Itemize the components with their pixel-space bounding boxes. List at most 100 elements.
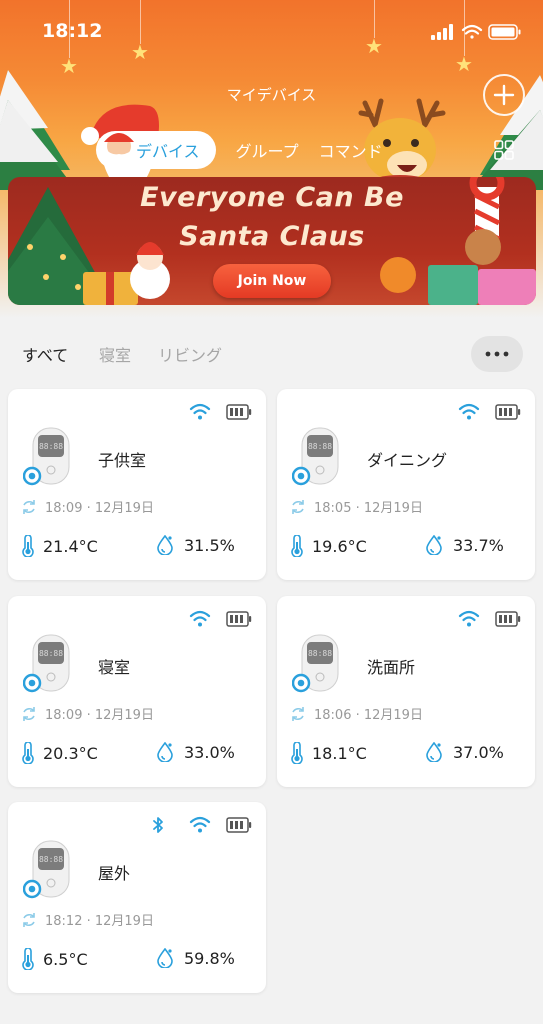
sync-icon xyxy=(292,706,304,721)
battery-icon xyxy=(226,817,252,833)
battery-icon xyxy=(226,404,252,420)
thermometer-icon xyxy=(22,535,34,557)
device-card-4[interactable]: 88:88 洗面所 18:06 · 12月19日 18.1°C 37.0% xyxy=(277,596,535,787)
battery-icon xyxy=(488,24,521,40)
last-sync-row: 18:05 · 12月19日 xyxy=(290,497,423,516)
humidity-row: 59.8% xyxy=(156,948,235,968)
humidity-value: 33.7% xyxy=(453,535,504,555)
humidity-row: 33.0% xyxy=(156,742,235,762)
last-sync-row: 18:06 · 12月19日 xyxy=(290,704,423,723)
hygrometer-device-image: 88:88 xyxy=(23,840,70,899)
promo-banner[interactable]: Everyone Can Be Santa Claus Join Now xyxy=(8,177,536,305)
last-sync-time: 18:09 · 12月19日 xyxy=(45,708,154,723)
svg-text:88:88: 88:88 xyxy=(308,649,332,658)
tab-devices-label: デバイス xyxy=(136,142,200,161)
humidity-row: 31.5% xyxy=(156,535,235,555)
last-sync-time: 18:05 · 12月19日 xyxy=(314,501,423,516)
humidity-icon xyxy=(157,948,173,968)
temperature-row: 19.6°C xyxy=(290,535,367,557)
sync-icon xyxy=(23,706,35,721)
last-sync-time: 18:12 · 12月19日 xyxy=(45,914,154,929)
status-time: 18:12 xyxy=(42,20,103,42)
device-name: ダイニング xyxy=(367,451,448,470)
last-sync-time: 18:09 · 12月19日 xyxy=(45,501,154,516)
last-sync-time: 18:06 · 12月19日 xyxy=(314,708,423,723)
wifi-icon xyxy=(461,24,483,39)
sync-icon xyxy=(23,912,35,927)
banner-headline-1: Everyone Can Be xyxy=(140,182,404,213)
thermometer-icon xyxy=(291,742,303,764)
humidity-icon xyxy=(157,535,173,555)
humidity-icon xyxy=(426,535,442,555)
filter-living[interactable]: リビング xyxy=(158,342,222,366)
filter-all[interactable]: すべて xyxy=(22,342,68,366)
temperature-value: 21.4°C xyxy=(43,536,98,556)
humidity-row: 33.7% xyxy=(425,535,504,555)
temperature-row: 18.1°C xyxy=(290,742,367,764)
thermometer-icon xyxy=(291,535,303,557)
grid-icon[interactable] xyxy=(494,140,514,160)
signal-icon xyxy=(431,24,453,40)
more-icon xyxy=(485,351,509,357)
device-name: 屋外 xyxy=(98,864,131,883)
svg-text:88:88: 88:88 xyxy=(39,442,63,451)
add-device-button[interactable] xyxy=(483,74,525,116)
battery-icon xyxy=(226,611,252,627)
hygrometer-device-image: 88:88 xyxy=(292,427,339,486)
tab-commands[interactable]: コマンド xyxy=(319,138,383,162)
battery-icon xyxy=(495,611,521,627)
sync-icon xyxy=(292,499,304,514)
hygrometer-device-image: 88:88 xyxy=(23,634,70,693)
humidity-icon xyxy=(157,742,173,762)
temperature-value: 19.6°C xyxy=(312,536,367,556)
temperature-row: 21.4°C xyxy=(21,535,98,557)
battery-icon xyxy=(495,404,521,420)
humidity-value: 37.0% xyxy=(453,742,504,762)
wifi-icon xyxy=(189,610,211,627)
hygrometer-device-image: 88:88 xyxy=(292,634,339,693)
wifi-icon xyxy=(189,403,211,420)
wifi-icon xyxy=(189,816,211,833)
last-sync-row: 18:12 · 12月19日 xyxy=(21,910,154,929)
wifi-icon xyxy=(458,403,480,420)
wifi-icon xyxy=(458,610,480,627)
plus-icon xyxy=(493,84,515,106)
tab-groups[interactable]: グループ xyxy=(236,138,299,162)
svg-text:88:88: 88:88 xyxy=(39,649,63,658)
device-name: 洗面所 xyxy=(367,658,416,677)
humidity-icon xyxy=(426,742,442,762)
last-sync-row: 18:09 · 12月19日 xyxy=(21,497,154,516)
room-filter-row: すべて 寝室 リビング xyxy=(0,336,543,372)
svg-text:88:88: 88:88 xyxy=(308,442,332,451)
last-sync-row: 18:09 · 12月19日 xyxy=(21,704,154,723)
more-button[interactable] xyxy=(471,336,523,372)
bluetooth-icon xyxy=(153,817,163,833)
banner-headline-2: Santa Claus xyxy=(179,221,365,252)
temperature-value: 20.3°C xyxy=(43,743,98,763)
sync-icon xyxy=(23,499,35,514)
temperature-row: 6.5°C xyxy=(21,948,88,970)
header: ★ ★ ★ ★ 18:12 マイデバイス デバイス グループ コマンド Ever… xyxy=(0,0,543,318)
temperature-value: 18.1°C xyxy=(312,743,367,763)
temperature-value: 6.5°C xyxy=(43,949,88,969)
temperature-row: 20.3°C xyxy=(21,742,98,764)
device-name: 寝室 xyxy=(98,658,131,677)
svg-text:88:88: 88:88 xyxy=(39,855,63,864)
santa-face-icon xyxy=(104,133,134,168)
page-title: マイデバイス xyxy=(226,86,317,104)
device-card-1[interactable]: 88:88 子供室 18:09 · 12月19日 21.4°C 31.5% xyxy=(8,389,266,580)
thermometer-icon xyxy=(22,948,34,970)
filter-bedroom[interactable]: 寝室 xyxy=(99,342,131,366)
humidity-value: 31.5% xyxy=(184,535,235,555)
device-card-2[interactable]: 88:88 ダイニング 18:05 · 12月19日 19.6°C 33.7% xyxy=(277,389,535,580)
device-name: 子供室 xyxy=(98,451,147,470)
humidity-value: 59.8% xyxy=(184,948,235,968)
join-now-button[interactable]: Join Now xyxy=(213,264,331,298)
hygrometer-device-image: 88:88 xyxy=(23,427,70,486)
status-icons xyxy=(431,24,521,40)
humidity-row: 37.0% xyxy=(425,742,504,762)
device-card-3[interactable]: 88:88 寝室 18:09 · 12月19日 20.3°C 33.0% xyxy=(8,596,266,787)
humidity-value: 33.0% xyxy=(184,742,235,762)
device-card-5[interactable]: 88:88 屋外 18:12 · 12月19日 6.5°C 59.8% xyxy=(8,802,266,993)
status-bar: 18:12 xyxy=(0,0,543,62)
